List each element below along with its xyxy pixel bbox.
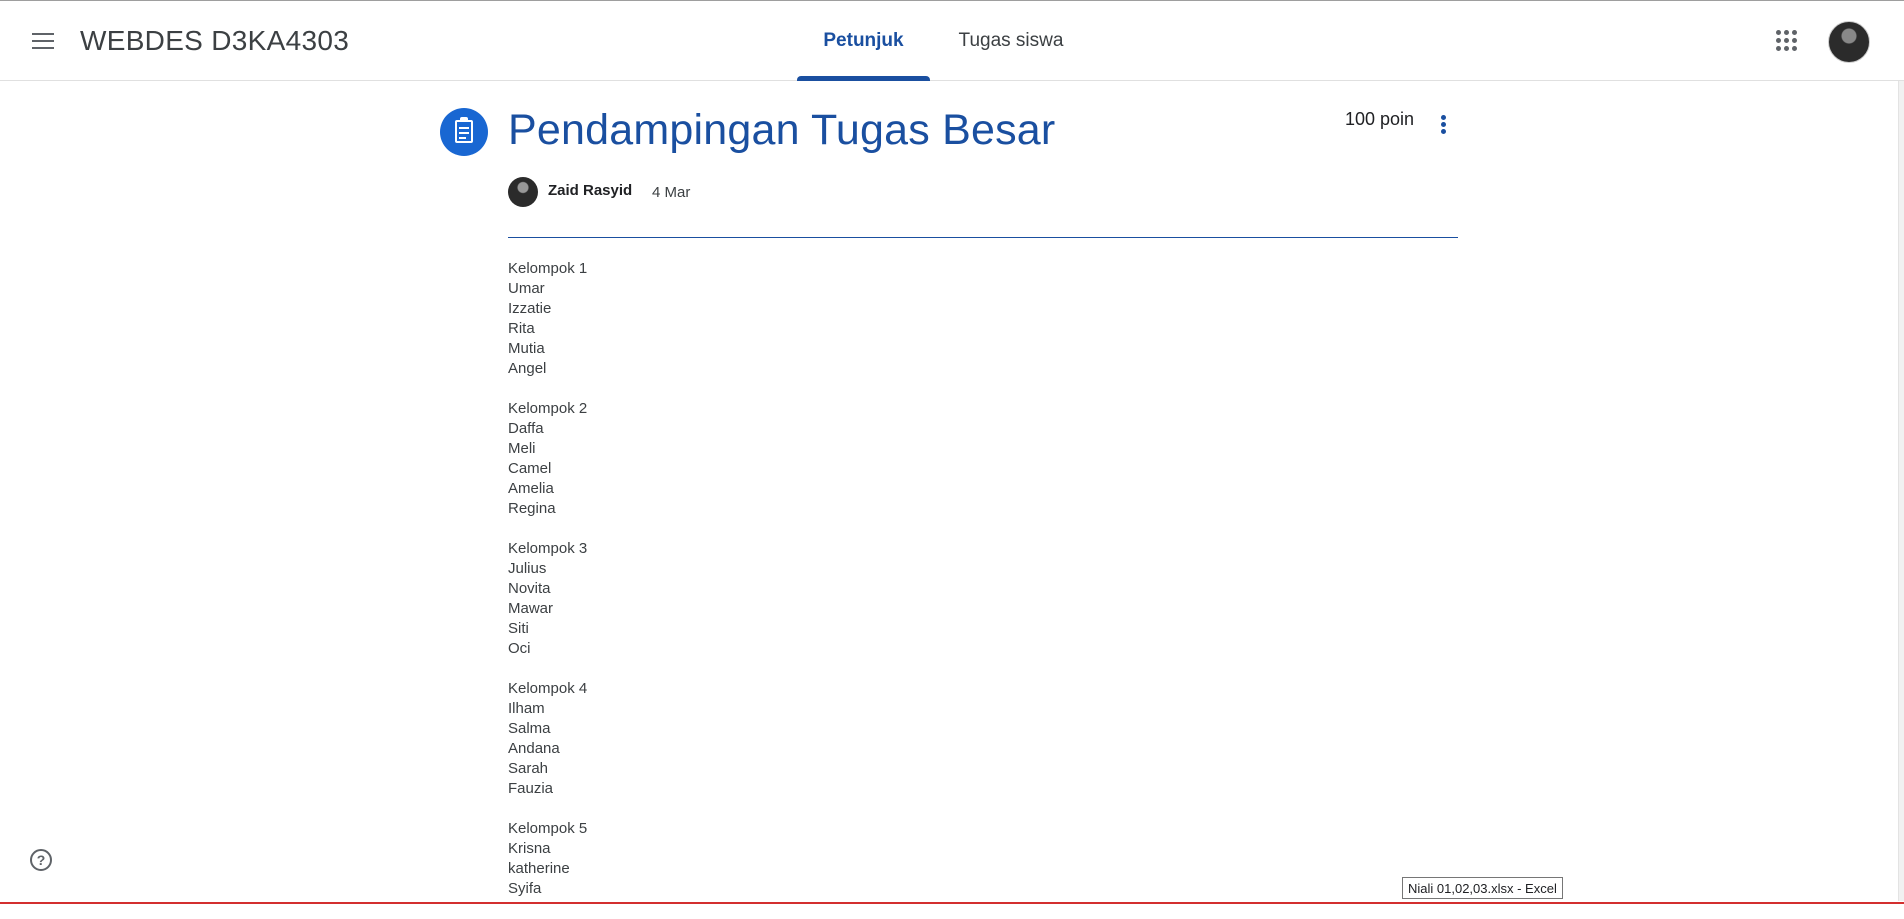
group-member: Andana: [508, 740, 560, 757]
top-app-bar: WEBDES D3KA4303 Petunjuk Tugas siswa: [0, 0, 1904, 81]
group-member: Amelia: [508, 480, 554, 497]
group-member: Syifa: [508, 880, 542, 897]
group-member: Angel: [508, 360, 547, 377]
group-member: Ilham: [508, 700, 545, 717]
assignment-clipboard-icon: [440, 108, 488, 156]
group-member: Umar: [508, 280, 545, 297]
group-member: Izzatie: [508, 300, 552, 317]
group-name: Kelompok 5: [508, 820, 588, 837]
group-name: Kelompok 4: [508, 680, 588, 697]
taskbar-tooltip: Niali 01,02,03.xlsx - Excel: [1402, 877, 1563, 899]
assignment-instructions: Kelompok 1 Umar Izzatie Rita Mutia Angel…: [508, 259, 587, 919]
group-block: Kelompok 3 Julius Novita Mawar Siti Oci: [508, 539, 587, 659]
assignment-points: 100 poin: [1345, 109, 1415, 129]
hamburger-menu-icon[interactable]: [28, 26, 58, 56]
vertical-scrollbar[interactable]: [1898, 81, 1904, 901]
account-avatar[interactable]: [1828, 21, 1870, 63]
group-member: Mawar: [508, 600, 554, 617]
group-member: Fauzia: [508, 780, 554, 797]
group-block: Kelompok 4 Ilham Salma Andana Sarah Fauz…: [508, 679, 587, 799]
group-name: Kelompok 1: [508, 260, 588, 277]
group-member: Camel: [508, 460, 552, 477]
group-member: Novita: [508, 580, 551, 597]
group-member: Regina: [508, 500, 556, 517]
header-divider: [508, 237, 1458, 238]
group-block: Kelompok 2 Daffa Meli Camel Amelia Regin…: [508, 399, 587, 519]
group-member: Sarah: [508, 760, 549, 777]
active-tab-indicator: [797, 76, 930, 81]
group-member: Daffa: [508, 420, 544, 437]
class-title[interactable]: WEBDES D3KA4303: [80, 25, 349, 57]
post-date: 4 Mar: [652, 184, 691, 201]
group-member: Salma: [508, 720, 551, 737]
group-member: Mutia: [508, 340, 545, 357]
tab-tugas-siswa[interactable]: Tugas siswa: [946, 1, 1076, 81]
group-member: Meli: [508, 440, 536, 457]
group-name: Kelompok 3: [508, 540, 588, 557]
group-block: Kelompok 5 Krisna katherine Syifa: [508, 819, 587, 899]
assignment-title: Pendampingan Tugas Besar: [508, 106, 1056, 154]
help-circle-icon[interactable]: ?: [30, 849, 52, 871]
apps-grid-icon[interactable]: [1776, 30, 1800, 54]
author-avatar: [508, 177, 538, 207]
group-member: Rita: [508, 320, 535, 337]
more-options-icon[interactable]: [1432, 112, 1454, 136]
group-member: Siti: [508, 620, 529, 637]
tab-petunjuk[interactable]: Petunjuk: [797, 1, 930, 81]
author-name: Zaid Rasyid: [548, 182, 633, 199]
group-block: Kelompok 1 Umar Izzatie Rita Mutia Angel: [508, 259, 587, 379]
group-name: Kelompok 2: [508, 400, 588, 417]
group-member: Krisna: [508, 840, 551, 857]
group-member: katherine: [508, 860, 570, 877]
group-member: Oci: [508, 640, 531, 657]
group-member: Julius: [508, 560, 547, 577]
